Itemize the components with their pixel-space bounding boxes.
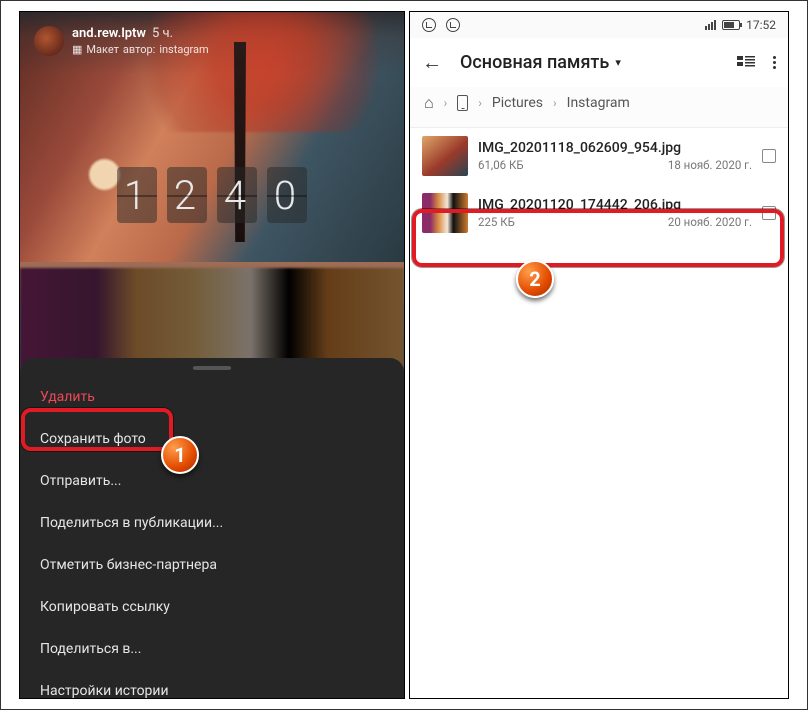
clock-digit: 1 (117, 167, 157, 223)
time-ago: 5 ч. (152, 26, 173, 41)
avatar[interactable] (34, 26, 64, 56)
viber-notification-icon (446, 18, 460, 32)
storage-title[interactable]: Основная память ▾ (460, 52, 621, 73)
sheet-share-in[interactable]: Поделиться в... (20, 628, 404, 670)
file-manager-screen: 17:52 ← Основная память ▾ ⌂ › › Pictures… (409, 11, 789, 699)
username-row[interactable]: and.rew.lptw 5 ч. (72, 26, 209, 41)
breadcrumb-pictures[interactable]: Pictures (492, 95, 543, 111)
username-block: and.rew.lptw 5 ч. ▦ Макет автор: instagr… (72, 26, 209, 56)
sheet-story-settings[interactable]: Настройки истории (20, 670, 404, 699)
viber-notification-icon (422, 18, 436, 32)
status-time: 17:52 (746, 18, 776, 32)
username-text: and.rew.lptw (72, 26, 146, 41)
layout-author-row: ▦ Макет автор: instagram (72, 43, 209, 56)
chevron-icon: › (478, 96, 482, 110)
sheet-send[interactable]: Отправить... (20, 460, 404, 502)
file-name: IMG_20201118_062609_954.jpg (478, 140, 752, 156)
battery-icon (722, 20, 740, 30)
status-right: 17:52 (705, 18, 776, 32)
file-info: IMG_20201118_062609_954.jpg 61,06 КБ 18 … (478, 140, 752, 172)
signal-icon (705, 20, 716, 30)
highlight-save-photo (21, 408, 173, 451)
author-prefix: автор: (123, 43, 155, 56)
callout-marker-2: 2 (516, 260, 554, 298)
file-thumbnail (422, 136, 468, 176)
story-header: and.rew.lptw 5 ч. ▦ Макет автор: instagr… (20, 12, 404, 64)
app-bar-actions (737, 56, 776, 70)
status-bar: 17:52 (410, 12, 788, 38)
chevron-icon: › (553, 96, 557, 110)
layout-label: Макет (86, 43, 119, 56)
sheet-handle[interactable] (193, 366, 231, 370)
status-left (422, 18, 460, 32)
dropdown-caret-icon: ▾ (615, 56, 621, 69)
back-button[interactable]: ← (422, 50, 442, 75)
sheet-tag-partner[interactable]: Отметить бизнес-партнера (20, 544, 404, 586)
file-meta: 61,06 КБ 18 нояб. 2020 г. (478, 158, 752, 172)
author-name: instagram (159, 43, 208, 56)
file-row[interactable]: IMG_20201118_062609_954.jpg 61,06 КБ 18 … (410, 128, 788, 185)
callout-marker-1: 1 (161, 436, 199, 474)
breadcrumb: ⌂ › › Pictures › Instagram (410, 87, 788, 128)
sheet-copy-link[interactable]: Копировать ссылку (20, 586, 404, 628)
layout-icon: ▦ (72, 43, 82, 56)
story-strip-image (20, 268, 404, 368)
flip-clock: 1 2 4 0 (117, 167, 307, 223)
app-bar: ← Основная память ▾ (410, 38, 788, 87)
clock-digit: 4 (217, 167, 257, 223)
chevron-icon: › (444, 96, 448, 110)
list-view-icon[interactable] (737, 56, 755, 70)
home-icon[interactable]: ⌂ (424, 93, 434, 113)
device-icon[interactable] (457, 95, 468, 111)
file-size: 61,06 КБ (478, 158, 524, 172)
highlight-new-file (412, 209, 784, 267)
more-menu-icon[interactable] (773, 56, 776, 70)
file-checkbox[interactable] (762, 149, 776, 163)
clock-digit: 0 (267, 167, 307, 223)
clock-digit: 2 (167, 167, 207, 223)
breadcrumb-instagram[interactable]: Instagram (567, 95, 630, 111)
sheet-share-post[interactable]: Поделиться в публикации... (20, 502, 404, 544)
instagram-story-screen: and.rew.lptw 5 ч. ▦ Макет автор: instagr… (19, 11, 405, 699)
file-date: 18 нояб. 2020 г. (668, 158, 752, 172)
storage-title-text: Основная память (460, 52, 609, 73)
